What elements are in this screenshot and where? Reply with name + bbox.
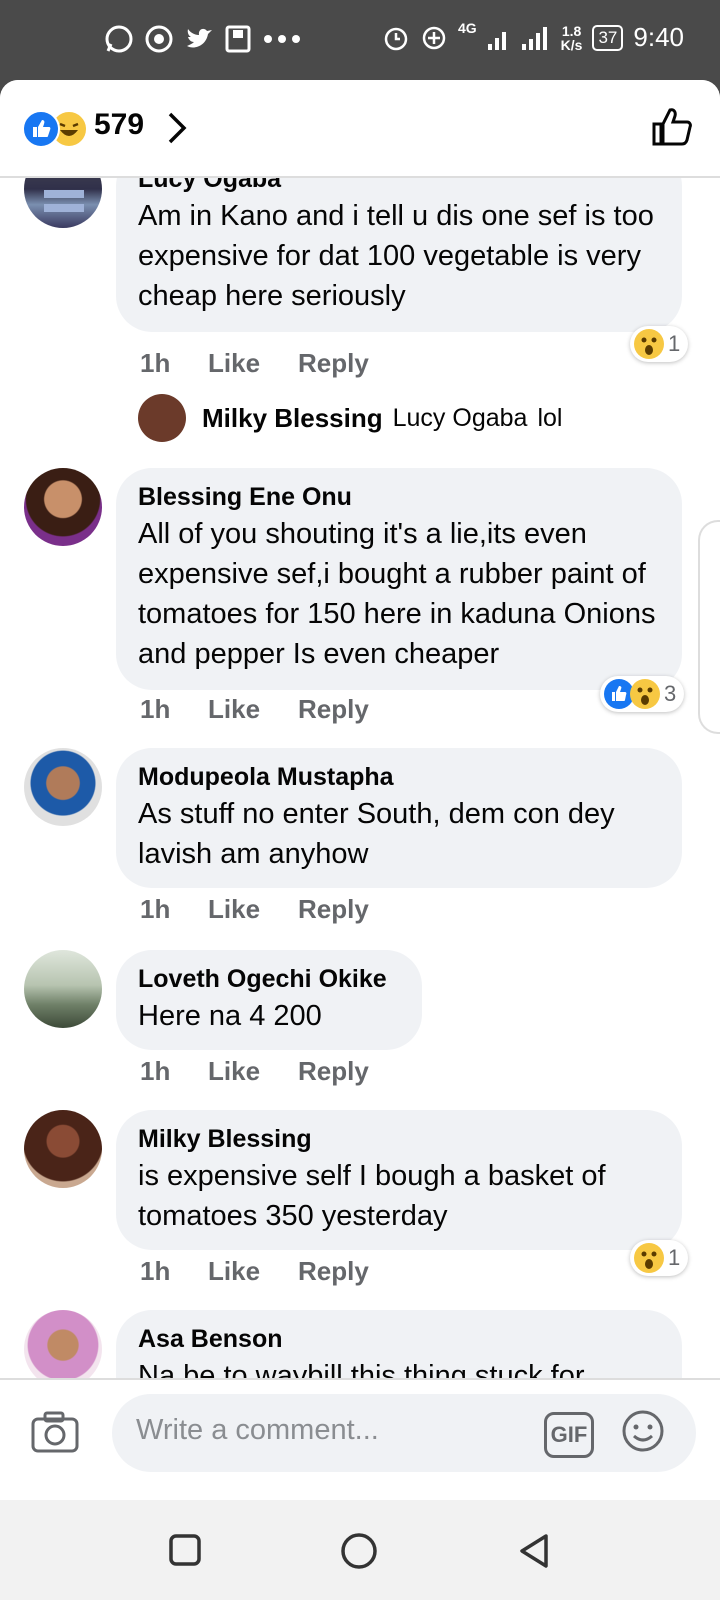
reply-author[interactable]: Milky Blessing bbox=[202, 403, 383, 434]
wow-reaction-icon bbox=[634, 329, 664, 359]
comment-actions: 1h Like Reply bbox=[140, 694, 369, 725]
avatar[interactable] bbox=[24, 1110, 102, 1188]
commenter-name[interactable]: Modupeola Mustapha bbox=[138, 762, 660, 792]
comment-text: Am in Kano and i tell u dis one sef is t… bbox=[138, 200, 654, 312]
whatsapp-icon bbox=[105, 25, 133, 53]
comment-bubble[interactable]: Lucy Ogaba Am in Kano and i tell u dis o… bbox=[116, 176, 682, 332]
net-speed-value: 1.8 bbox=[561, 22, 582, 39]
comment-time: 1h bbox=[140, 1256, 171, 1286]
comment-text: Na be to waybill this thing stuck for bbox=[138, 1360, 585, 1378]
comment-time: 1h bbox=[140, 894, 171, 924]
like-link[interactable]: Like bbox=[208, 694, 298, 725]
net-speed-unit: K/s bbox=[560, 36, 583, 53]
reply-preview[interactable]: Milky Blessing Lucy Ogaba lol bbox=[138, 394, 562, 442]
wow-reaction-icon bbox=[634, 1243, 664, 1273]
chevron-right-icon[interactable] bbox=[164, 110, 190, 146]
like-link[interactable]: Like bbox=[208, 348, 298, 379]
reaction-count: 1 bbox=[668, 1245, 681, 1270]
comment-text: Here na 4 200 bbox=[138, 1000, 322, 1032]
chrome-icon bbox=[145, 25, 173, 53]
reply-link[interactable]: Reply bbox=[298, 348, 369, 379]
wow-reaction-icon bbox=[630, 679, 660, 709]
like-link[interactable]: Like bbox=[208, 894, 298, 925]
like-button-icon[interactable] bbox=[650, 104, 694, 148]
comment-bubble[interactable]: Blessing Ene Onu All of you shouting it'… bbox=[116, 468, 682, 690]
alarm-icon bbox=[384, 27, 408, 50]
signal-icon-2 bbox=[521, 26, 547, 50]
comment-placeholder: Write a comment... bbox=[136, 1414, 379, 1446]
twitter-icon bbox=[187, 28, 212, 48]
like-link[interactable]: Like bbox=[208, 1056, 298, 1087]
commenter-name[interactable]: Milky Blessing bbox=[138, 1124, 660, 1154]
status-right: 4G 1.8 K/s 37 9:40 bbox=[382, 19, 684, 53]
network-type: 4G bbox=[457, 19, 477, 36]
avatar[interactable] bbox=[24, 468, 102, 546]
reaction-summary[interactable] bbox=[22, 110, 88, 148]
comments-sheet: 579 Lucy Ogaba Am in Kano and i tell u d… bbox=[0, 80, 720, 1500]
comment-bubble[interactable]: Modupeola Mustapha As stuff no enter Sou… bbox=[116, 748, 682, 888]
like-reaction-icon bbox=[22, 110, 60, 148]
comment-time: 1h bbox=[140, 694, 171, 724]
reply-text: lol bbox=[537, 403, 563, 432]
avatar[interactable] bbox=[138, 394, 186, 442]
avatar[interactable] bbox=[24, 1310, 102, 1378]
emoji-icon[interactable] bbox=[620, 1408, 666, 1454]
reaction-count: 1 bbox=[668, 331, 681, 356]
comment-input[interactable]: Write a comment... GIF bbox=[112, 1394, 696, 1472]
comment-actions: 1h Like Reply bbox=[140, 894, 369, 925]
system-nav-bar bbox=[0, 1500, 720, 1600]
more-dots-icon bbox=[264, 35, 300, 43]
commenter-name[interactable]: Blessing Ene Onu bbox=[138, 482, 660, 512]
reactions-header: 579 bbox=[0, 80, 720, 178]
comment-text: is expensive self I bough a basket of to… bbox=[138, 1160, 606, 1232]
clock: 9:40 bbox=[633, 22, 684, 52]
reply-link[interactable]: Reply bbox=[298, 894, 369, 925]
commenter-name[interactable]: Lucy Ogaba bbox=[138, 176, 660, 194]
recent-apps-icon[interactable] bbox=[168, 1532, 202, 1568]
comment-bubble[interactable]: Milky Blessing is expensive self I bough… bbox=[116, 1110, 682, 1250]
home-icon[interactable] bbox=[340, 1532, 378, 1570]
back-icon[interactable] bbox=[516, 1532, 552, 1570]
reply-link[interactable]: Reply bbox=[298, 1056, 369, 1087]
comment-reactions[interactable]: 3 bbox=[600, 676, 685, 712]
avatar[interactable] bbox=[24, 176, 102, 228]
comment-bubble[interactable]: Loveth Ogechi Okike Here na 4 200 bbox=[116, 950, 422, 1050]
comment-reactions[interactable]: 1 bbox=[630, 1240, 689, 1276]
battery-icon: 37 bbox=[592, 24, 624, 51]
comment-feed[interactable]: Lucy Ogaba Am in Kano and i tell u dis o… bbox=[0, 176, 720, 1378]
comment-reactions[interactable]: 1 bbox=[630, 326, 689, 362]
reply-link[interactable]: Reply bbox=[298, 694, 369, 725]
avatar[interactable] bbox=[24, 748, 102, 826]
side-handle[interactable] bbox=[698, 520, 720, 734]
avatar[interactable] bbox=[24, 950, 102, 1028]
reaction-count[interactable]: 579 bbox=[94, 108, 144, 142]
reply-link[interactable]: Reply bbox=[298, 1256, 369, 1287]
like-link[interactable]: Like bbox=[208, 1256, 298, 1287]
signal-icon-1 bbox=[487, 31, 506, 50]
net-speed: 1.8 K/s bbox=[561, 24, 583, 52]
reaction-count: 3 bbox=[664, 681, 677, 706]
comment-time: 1h bbox=[140, 1056, 171, 1086]
save-icon bbox=[225, 25, 251, 53]
comment-time: 1h bbox=[140, 348, 171, 378]
comment-actions: 1h Like Reply bbox=[140, 348, 369, 379]
comment-text: As stuff no enter South, dem con dey lav… bbox=[138, 798, 615, 870]
comment-actions: 1h Like Reply bbox=[140, 1056, 369, 1087]
commenter-name[interactable]: Asa Benson bbox=[138, 1324, 660, 1354]
status-left-icons bbox=[104, 24, 302, 54]
reply-mention[interactable]: Lucy Ogaba bbox=[393, 404, 528, 433]
comment-actions: 1h Like Reply bbox=[140, 1256, 369, 1287]
status-bar: 4G 1.8 K/s 37 9:40 bbox=[0, 0, 720, 80]
comment-composer: Write a comment... GIF bbox=[0, 1378, 720, 1500]
commenter-name[interactable]: Loveth Ogechi Okike bbox=[138, 964, 400, 994]
camera-icon[interactable] bbox=[30, 1410, 80, 1454]
comment-text: All of you shouting it's a lie,its even … bbox=[138, 518, 656, 670]
battery-level: 37 bbox=[598, 27, 618, 47]
gif-button[interactable]: GIF bbox=[544, 1412, 594, 1458]
data-saver-icon bbox=[422, 26, 446, 49]
comment-bubble[interactable]: Asa Benson Na be to waybill this thing s… bbox=[116, 1310, 682, 1378]
